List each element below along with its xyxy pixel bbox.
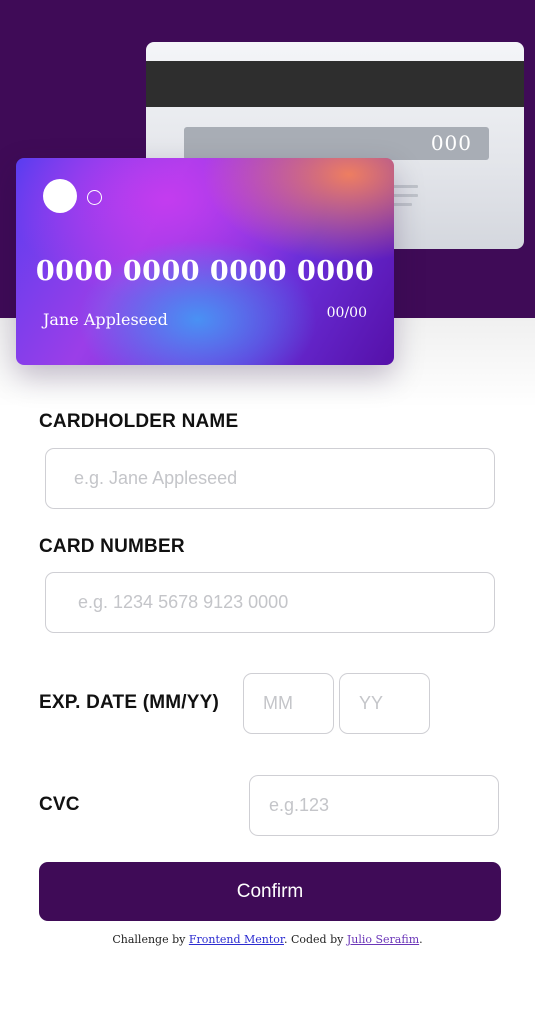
attribution: Challenge by Frontend Mentor. Coded by J… — [0, 933, 535, 946]
attribution-middle: . Coded by — [283, 933, 347, 946]
card-logo-ring-icon — [87, 190, 102, 205]
card-back-cvc: 000 — [430, 131, 472, 155]
exp-year-input[interactable] — [339, 673, 430, 734]
attribution-suffix: . — [419, 933, 423, 946]
frontend-mentor-link[interactable]: Frontend Mentor — [189, 933, 284, 946]
card-front: 0000 0000 0000 0000 Jane Appleseed 00/00 — [16, 158, 394, 365]
card-logo-circle-icon — [43, 179, 77, 213]
cvc-label: CVC — [39, 794, 80, 815]
author-link[interactable]: Julio Serafim — [347, 933, 419, 946]
card-number-input[interactable] — [45, 572, 495, 633]
confirm-button[interactable]: Confirm — [39, 862, 501, 921]
exp-month-input[interactable] — [243, 673, 334, 734]
cardholder-name-input[interactable] — [45, 448, 495, 509]
card-number-label: CARD NUMBER — [39, 536, 185, 557]
cardholder-name-label: CARDHOLDER NAME — [39, 411, 239, 432]
magnetic-stripe — [146, 61, 524, 107]
exp-date-label: EXP. DATE (MM/YY) — [39, 692, 220, 713]
card-front-expiry: 00/00 — [326, 305, 367, 321]
card-front-holder-name: Jane Appleseed — [43, 310, 168, 329]
cvc-input[interactable] — [249, 775, 499, 836]
card-front-number: 0000 0000 0000 0000 — [35, 256, 375, 287]
attribution-prefix: Challenge by — [112, 933, 189, 946]
